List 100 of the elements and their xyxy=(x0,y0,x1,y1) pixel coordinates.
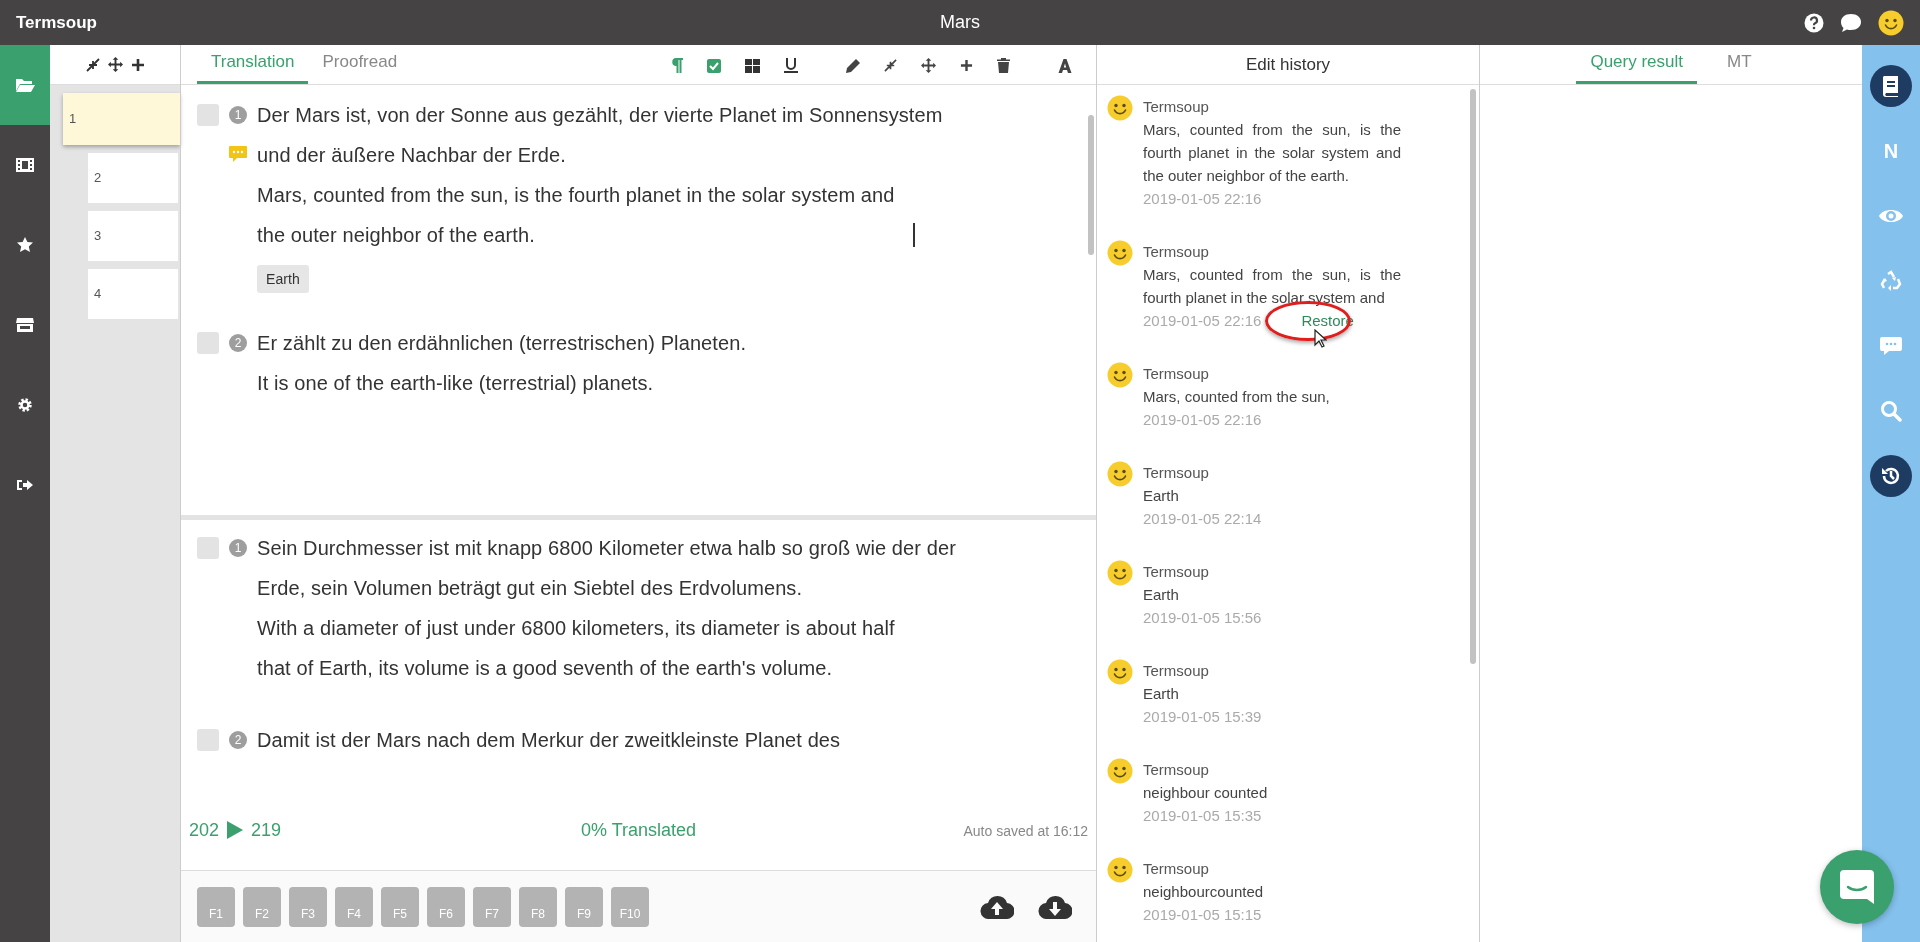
move-icon[interactable] xyxy=(107,57,123,72)
author-name: Termsoup xyxy=(1143,759,1210,780)
function-key[interactable]: F4 xyxy=(335,886,373,927)
smiley-avatar-icon xyxy=(1107,94,1133,121)
function-key[interactable]: F9 xyxy=(565,886,603,927)
panel-tab[interactable]: MT xyxy=(1713,40,1766,84)
move-icon[interactable] xyxy=(921,58,936,73)
timestamp: 2019-01-05 15:15 xyxy=(1143,904,1262,925)
book-icon[interactable] xyxy=(1881,75,1901,97)
target-text[interactable]: With a diameter of just under 6800 kilometers, its diameter is about half that of Earth, its volume is a good seventh of the earth's volume. xyxy=(257,608,907,688)
timestamp: 2019-01-05 15:39 xyxy=(1143,706,1262,727)
plus-icon[interactable] xyxy=(960,59,973,72)
function-key[interactable]: F10 xyxy=(611,886,649,927)
history-text: neighbourcounted xyxy=(1143,881,1265,902)
star-icon[interactable] xyxy=(17,237,33,253)
tool-button[interactable] xyxy=(1870,65,1912,107)
checkbox-icon[interactable] xyxy=(707,58,721,73)
segment-checkbox[interactable] xyxy=(197,729,219,751)
logout-icon[interactable] xyxy=(17,478,33,492)
tool-button[interactable]: N xyxy=(1870,130,1912,172)
segment-card[interactable]: 4 xyxy=(88,269,178,319)
font-icon[interactable] xyxy=(1058,59,1072,74)
term-tag[interactable]: Earth xyxy=(257,265,309,293)
chat-launcher-button[interactable] xyxy=(1820,850,1894,924)
segment-card[interactable]: 2 xyxy=(88,153,178,203)
underline-icon[interactable] xyxy=(784,58,798,73)
translation-status: 0% Translated xyxy=(580,819,697,840)
history-text: Earth xyxy=(1143,683,1180,704)
author-name: Termsoup xyxy=(1143,363,1210,384)
scrollbar[interactable] xyxy=(1470,88,1476,664)
smiley-avatar-icon xyxy=(1107,239,1133,266)
history-icon[interactable] xyxy=(1880,465,1902,487)
document-title: Mars xyxy=(940,12,980,32)
editor-tab[interactable]: Translation xyxy=(197,40,309,84)
plus-icon[interactable] xyxy=(130,57,145,72)
function-key[interactable]: F3 xyxy=(289,886,327,927)
scrollbar[interactable] xyxy=(1088,115,1094,255)
timestamp: 2019-01-05 22:14 xyxy=(1143,508,1262,529)
settings-icon[interactable] xyxy=(17,397,33,413)
function-key[interactable]: F5 xyxy=(381,886,419,927)
segment-range-end: 219 xyxy=(251,818,282,842)
segment-checkbox[interactable] xyxy=(197,537,219,559)
segment-number: 2 xyxy=(229,334,247,352)
segment-number: 1 xyxy=(229,106,247,124)
author-name: Termsoup xyxy=(1143,462,1210,483)
smiley-avatar-icon xyxy=(1107,361,1133,388)
autosave-status: Auto saved at 16:12 xyxy=(963,822,1088,839)
smiley-avatar-icon xyxy=(1107,856,1133,883)
store-icon[interactable] xyxy=(16,317,34,333)
function-key[interactable]: F6 xyxy=(427,886,465,927)
author-name: Termsoup xyxy=(1143,561,1210,582)
segment-range-start: 202 xyxy=(189,818,220,842)
author-name: Termsoup xyxy=(1143,241,1210,262)
timestamp: 2019-01-05 22:16 xyxy=(1143,409,1262,430)
target-text[interactable]: Mars, counted from the sun, is the fourth planet in the solar system and the outer neighbor of the earth. xyxy=(257,175,907,255)
segment-checkbox[interactable] xyxy=(197,332,219,354)
app-title: Termsoup xyxy=(15,11,98,34)
film-icon[interactable] xyxy=(16,158,34,172)
source-text: Der Mars ist, von der Sonne aus gezählt, der vierte Planet im Sonnensystem und der äußere Nachbar der Erde. xyxy=(257,103,944,168)
author-name: Termsoup xyxy=(1143,858,1210,879)
smiley-avatar-icon xyxy=(1107,460,1133,487)
cloud-upload-icon[interactable] xyxy=(980,894,1014,919)
segment-number: 1 xyxy=(229,539,247,557)
source-text: Damit ist der Mars nach dem Merkur der zweitkleinste Planet des xyxy=(257,728,842,753)
timestamp: 2019-01-05 22:16 xyxy=(1143,310,1262,331)
compress-icon[interactable] xyxy=(884,59,897,72)
compress-icon[interactable] xyxy=(85,57,100,72)
target-text[interactable]: It is one of the earth-like (terrestrial) planets. xyxy=(257,363,654,403)
panel-tab[interactable]: Query result xyxy=(1576,40,1697,84)
user-avatar-icon[interactable] xyxy=(1878,9,1904,36)
editor-tab[interactable]: Proofread xyxy=(308,40,412,84)
function-key[interactable]: F2 xyxy=(243,886,281,927)
timestamp: 2019-01-05 15:56 xyxy=(1143,607,1262,628)
folder-icon[interactable] xyxy=(15,77,35,93)
smiley-avatar-icon xyxy=(1107,757,1133,784)
function-key[interactable]: F1 xyxy=(197,886,235,927)
function-key[interactable]: F8 xyxy=(519,886,557,927)
panel-title: Edit history xyxy=(1245,53,1331,76)
timestamp: 2019-01-05 22:16 xyxy=(1143,188,1262,209)
pencil-icon[interactable] xyxy=(846,58,860,73)
pilcrow-icon[interactable] xyxy=(671,58,683,73)
smiley-avatar-icon xyxy=(1107,658,1133,685)
trash-icon[interactable] xyxy=(997,58,1010,73)
segment-checkbox[interactable] xyxy=(197,104,219,126)
grid-icon[interactable] xyxy=(745,58,760,73)
author-name: Termsoup xyxy=(1143,660,1210,681)
history-text: neighbour counted xyxy=(1143,782,1269,803)
help-icon[interactable] xyxy=(1804,12,1824,33)
function-key[interactable]: F7 xyxy=(473,886,511,927)
segment-card[interactable]: 1 xyxy=(63,93,180,145)
source-text: Sein Durchmesser ist mit knapp 6800 Kilometer etwa halb so groß wie der der Erde, sein Volumen beträgt gut ein Siebtel des Erdvolumens. xyxy=(257,536,957,601)
tool-button[interactable] xyxy=(1870,455,1912,497)
mouse-pointer-icon xyxy=(1313,328,1327,348)
segment-card[interactable]: 3 xyxy=(88,211,178,261)
source-text: Er zählt zu den erdähnlichen (terrestrischen) Planeten. xyxy=(257,331,748,356)
history-text: Earth xyxy=(1143,584,1180,605)
history-text: Mars, counted from the sun, is the fourth planet in the solar system and the outer neighbor of the earth. xyxy=(1143,119,1401,186)
cloud-download-icon[interactable] xyxy=(1038,894,1072,919)
chat-icon[interactable] xyxy=(1840,12,1862,33)
chat-icon xyxy=(1840,870,1874,904)
